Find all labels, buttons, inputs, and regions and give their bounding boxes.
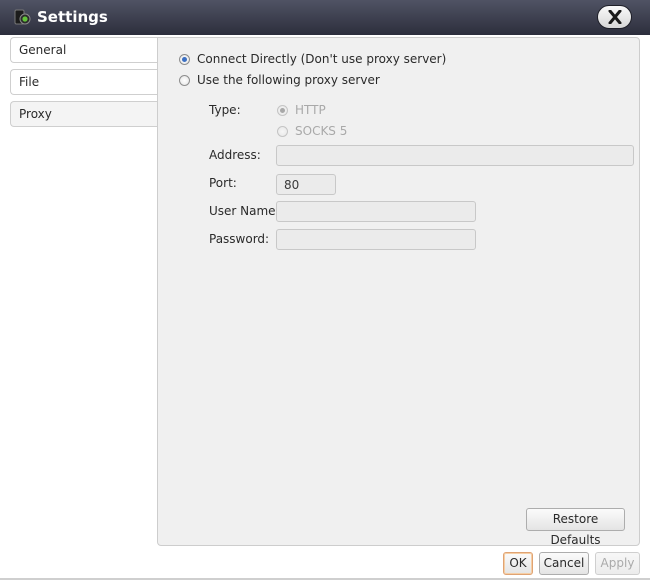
sidebar-tab-general[interactable]: General xyxy=(10,37,162,63)
cancel-button[interactable]: Cancel xyxy=(539,552,589,575)
apply-button[interactable]: Apply xyxy=(595,552,640,575)
use-proxy-label: Use the following proxy server xyxy=(197,73,380,87)
close-button[interactable] xyxy=(597,5,632,29)
connect-directly-label: Connect Directly (Don't use proxy server… xyxy=(197,52,447,66)
http-radio[interactable] xyxy=(277,105,288,116)
http-label: HTTP xyxy=(295,103,326,117)
radio-dot xyxy=(182,57,187,62)
title-bar: Settings xyxy=(0,0,650,35)
use-proxy-radio[interactable] xyxy=(179,75,190,86)
close-icon xyxy=(608,10,622,24)
sidebar-tab-proxy[interactable]: Proxy xyxy=(10,101,162,127)
socks5-label: SOCKS 5 xyxy=(295,124,348,138)
sidebar-tab-label: File xyxy=(19,75,40,89)
restore-defaults-button[interactable]: Restore Defaults xyxy=(526,508,625,547)
port-input[interactable] xyxy=(276,174,336,195)
type-label: Type: xyxy=(209,103,241,117)
username-input[interactable] xyxy=(276,201,476,222)
address-input[interactable] xyxy=(276,145,634,166)
password-input[interactable] xyxy=(276,229,476,250)
sidebar-tab-label: General xyxy=(19,43,67,57)
window-title: Settings xyxy=(37,8,108,26)
camera-app-icon xyxy=(14,9,31,25)
password-label: Password: xyxy=(209,232,270,246)
ok-button[interactable]: OK xyxy=(503,552,533,575)
sidebar-tab-label: Proxy xyxy=(19,107,52,121)
address-label: Address: xyxy=(209,148,261,162)
settings-window: Settings General File Proxy Connect Dire… xyxy=(0,0,650,580)
socks5-radio[interactable] xyxy=(277,126,288,137)
sidebar-tab-file[interactable]: File xyxy=(10,69,162,95)
port-label: Port: xyxy=(209,176,237,190)
username-label: User Name: xyxy=(209,204,280,218)
radio-dot xyxy=(280,108,285,113)
connect-directly-radio[interactable] xyxy=(179,54,190,65)
